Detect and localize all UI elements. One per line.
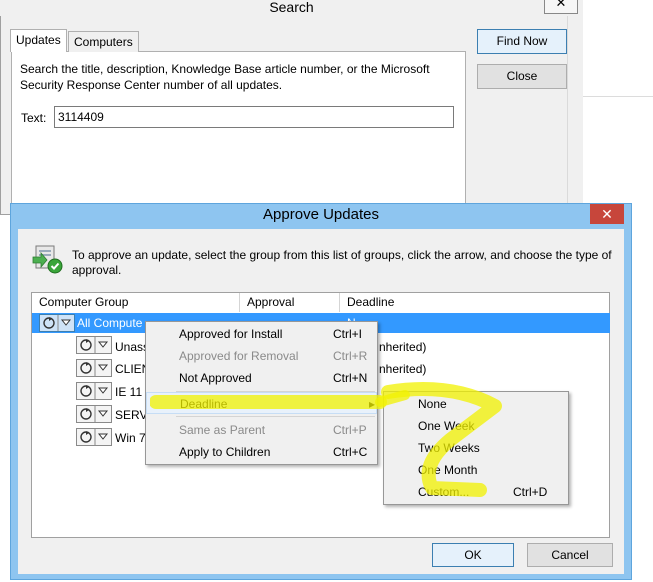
- row-deadline: nherited): [379, 362, 427, 376]
- approve-updates-icon: [32, 243, 64, 275]
- search-window-edge: [567, 0, 583, 215]
- refresh-arrow-icon: [80, 406, 109, 422]
- row-name: All Compute: [77, 316, 143, 330]
- row-name: Win 7: [115, 431, 146, 445]
- column-header-deadline[interactable]: Deadline: [340, 293, 610, 312]
- approve-close-icon[interactable]: ✕: [590, 204, 624, 224]
- search-close-icon[interactable]: ✕: [544, 0, 578, 14]
- find-now-button[interactable]: Find Now: [477, 29, 567, 54]
- refresh-arrow-icon: [43, 315, 72, 331]
- refresh-arrow-icon: [80, 429, 109, 445]
- ok-button[interactable]: OK: [432, 543, 514, 567]
- approval-dropdown-button[interactable]: [76, 336, 112, 354]
- approve-description: To approve an update, select the group f…: [72, 248, 612, 277]
- highlighter-annotation: [150, 382, 502, 497]
- row-deadline: nherited): [379, 340, 427, 354]
- approval-dropdown-button[interactable]: [76, 405, 112, 423]
- tab-updates[interactable]: Updates: [10, 29, 67, 52]
- menu-item-shortcut: Ctrl+I: [333, 327, 363, 341]
- close-button[interactable]: Close: [477, 64, 567, 89]
- menu-item-label: Approved for Install: [179, 327, 283, 341]
- approval-dropdown-button[interactable]: [76, 359, 112, 377]
- menu-item-approved-for-install[interactable]: Approved for Install Ctrl+I: [146, 323, 377, 345]
- search-text-input[interactable]: 3114409: [54, 106, 454, 128]
- approval-dropdown-button[interactable]: [39, 314, 75, 332]
- submenu-item-shortcut: Ctrl+D: [513, 485, 548, 499]
- text-label: Text:: [21, 111, 47, 125]
- tab-computers[interactable]: Computers: [68, 31, 139, 52]
- row-name: Unass: [115, 340, 150, 354]
- refresh-arrow-icon: [80, 360, 109, 376]
- approve-window-title: Approve Updates: [263, 206, 379, 223]
- search-window-title: Search: [0, 0, 583, 16]
- background-divider: [583, 96, 653, 97]
- search-description: Search the title, description, Knowledge…: [20, 62, 430, 92]
- menu-item-label: Approved for Removal: [179, 349, 299, 363]
- approval-dropdown-button[interactable]: [76, 382, 112, 400]
- column-header-computer-group[interactable]: Computer Group: [32, 293, 240, 312]
- refresh-arrow-icon: [80, 383, 109, 399]
- menu-item-approved-for-removal[interactable]: Approved for Removal Ctrl+R: [146, 345, 377, 367]
- column-header-approval[interactable]: Approval: [240, 293, 340, 312]
- refresh-arrow-icon: [80, 337, 109, 353]
- menu-item-shortcut: Ctrl+R: [333, 349, 368, 363]
- approval-dropdown-button[interactable]: [76, 428, 112, 446]
- row-name: IE 11: [115, 385, 143, 399]
- cancel-button[interactable]: Cancel: [527, 543, 613, 567]
